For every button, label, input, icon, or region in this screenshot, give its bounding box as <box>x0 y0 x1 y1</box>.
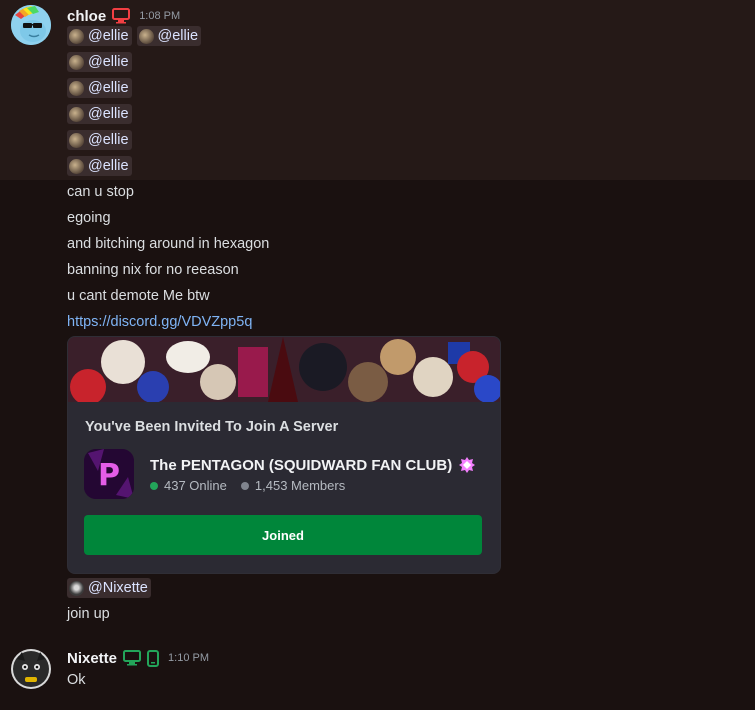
message-text: can u stop <box>67 184 134 200</box>
mention-avatar-icon <box>69 106 84 122</box>
invite-link[interactable]: https://discord.gg/VDVZpp5q <box>67 314 252 330</box>
online-count: 437 Online <box>164 478 227 493</box>
mention-label: @ellie <box>88 54 129 70</box>
message-text: join up <box>67 606 110 622</box>
user-mention[interactable]: @ellie <box>67 78 132 98</box>
svg-text:P: P <box>98 458 120 493</box>
mention-avatar-icon <box>138 28 154 44</box>
user-mention[interactable]: @ellie <box>67 130 132 150</box>
invite-heading: You've Been Invited To Join A Server <box>85 419 339 435</box>
mention-label: @ellie <box>88 132 129 148</box>
server-banner <box>68 337 500 405</box>
mention-label: @Nixette <box>88 580 148 596</box>
joined-button[interactable]: Joined <box>84 515 482 555</box>
pentagon-logo-icon: P <box>84 449 134 499</box>
avatar[interactable] <box>11 5 51 45</box>
pony-avatar-icon <box>11 5 51 45</box>
server-stats: 437 Online 1,453 Members <box>150 478 345 493</box>
username[interactable]: Nixette <box>67 650 117 667</box>
user-mention[interactable]: @ellie <box>67 104 132 124</box>
boost-badge-icon <box>458 456 476 474</box>
mention-avatar-icon <box>69 28 84 44</box>
mention-label: @ellie <box>88 80 129 96</box>
server-name-label: The PENTAGON (SQUIDWARD FAN CLUB) <box>150 456 453 474</box>
online-dot-icon <box>150 481 158 490</box>
cat-avatar-icon <box>11 649 51 689</box>
mention-avatar-icon <box>69 132 84 148</box>
mention-avatar-icon <box>69 158 84 174</box>
user-mention[interactable]: @ellie <box>67 156 132 176</box>
user-mention[interactable]: @ellie <box>67 26 132 46</box>
invite-embed: You've Been Invited To Join A Server P T… <box>67 336 501 574</box>
mention-label: @ellie <box>88 106 129 122</box>
avatar[interactable] <box>11 649 51 689</box>
server-name[interactable]: The PENTAGON (SQUIDWARD FAN CLUB) <box>150 456 476 474</box>
user-mention[interactable]: @Nixette <box>67 578 151 598</box>
mention-label: @ellie <box>88 158 129 174</box>
timestamp[interactable]: 1:10 PM <box>168 652 209 664</box>
user-mention[interactable]: @ellie <box>67 52 132 72</box>
message-text: Ok <box>67 672 86 688</box>
members-dot-icon <box>240 481 249 490</box>
desktop-icon <box>123 650 142 666</box>
mention-avatar-icon <box>69 580 84 596</box>
mention-label: @ellie <box>157 28 199 44</box>
mention-label: @ellie <box>88 28 129 44</box>
message-text: banning nix for no reeason <box>67 262 239 278</box>
message-text: egoing <box>67 210 111 226</box>
desktop-icon <box>112 8 131 24</box>
username[interactable]: chloe <box>67 8 106 25</box>
user-mention[interactable]: @ellie <box>136 26 202 46</box>
timestamp[interactable]: 1:08 PM <box>139 10 180 22</box>
message-text: u cant demote Me btw <box>67 288 210 304</box>
server-icon[interactable]: P <box>84 449 134 499</box>
message-text: and bitching around in hexagon <box>67 236 270 252</box>
mention-avatar-icon <box>69 54 84 70</box>
mention-avatar-icon <box>69 80 84 96</box>
mobile-icon <box>147 649 160 667</box>
member-count: 1,453 Members <box>254 478 346 493</box>
